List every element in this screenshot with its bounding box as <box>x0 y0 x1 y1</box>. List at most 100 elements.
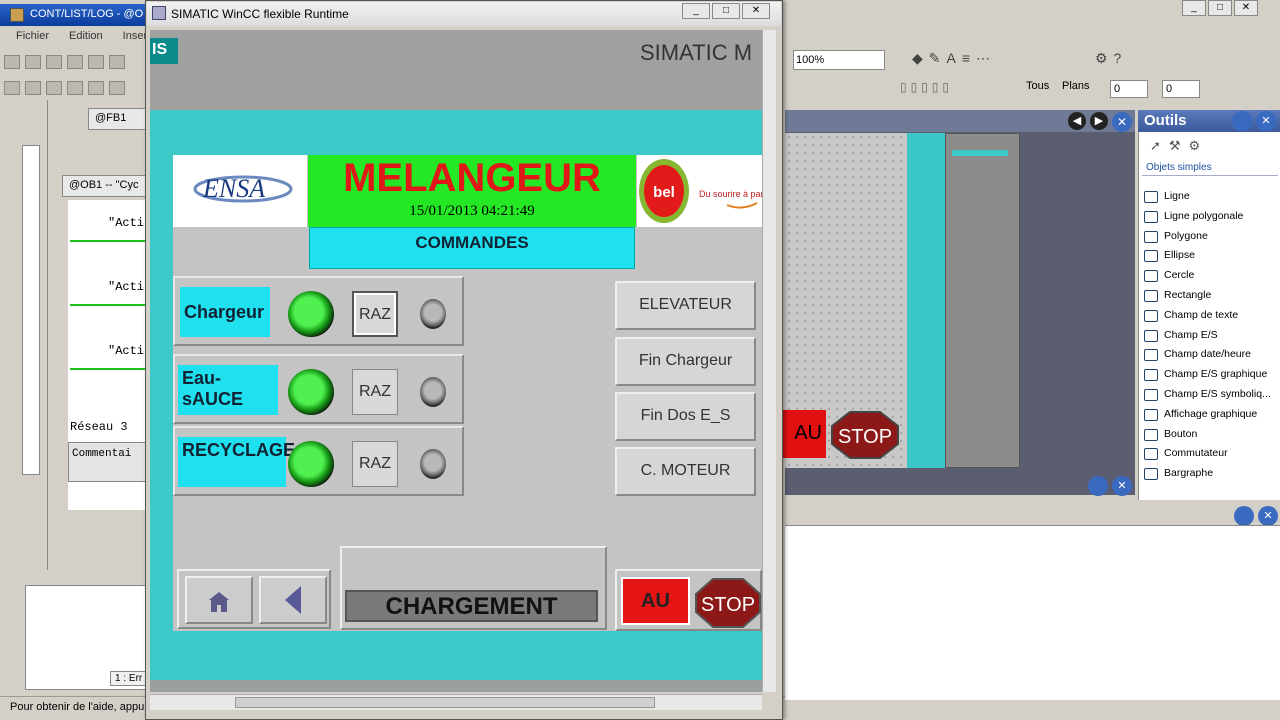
menubar: Fichier Edition Insertio <box>0 30 159 48</box>
next-icon[interactable] <box>67 81 83 95</box>
tool-item[interactable]: Ellipse <box>1142 249 1278 269</box>
tool-item[interactable]: Ligne <box>1142 190 1278 210</box>
stop-text: STOP <box>838 426 892 448</box>
pin-icon[interactable] <box>1232 111 1252 131</box>
preview-au-button[interactable]: AU <box>780 410 826 458</box>
indicator-lamp-gray <box>420 299 446 329</box>
tool-item[interactable]: Bouton <box>1142 428 1278 448</box>
close-icon[interactable]: ✕ <box>1112 112 1132 132</box>
close-icon[interactable]: ✕ <box>1258 506 1278 526</box>
cut-icon[interactable] <box>67 55 83 69</box>
tool-icon <box>1144 230 1158 243</box>
minimize-button[interactable]: _ <box>682 3 710 19</box>
network-icon[interactable] <box>4 81 20 95</box>
indicator-lamp-green <box>288 441 334 487</box>
raz-button[interactable]: RAZ <box>352 441 398 487</box>
tool-item[interactable]: Champ de texte <box>1142 309 1278 329</box>
au-button[interactable]: AU <box>621 577 690 625</box>
preview-gray-block <box>945 133 1020 468</box>
pointer-icon[interactable]: ➚⚒⚙ <box>1150 138 1208 154</box>
prev-arrow-icon[interactable]: ◀ <box>1068 112 1086 130</box>
preview-stop-sign[interactable]: STOP <box>830 410 900 460</box>
open-icon[interactable] <box>25 55 41 69</box>
tab-fb1[interactable]: @FB1 <box>88 108 148 130</box>
tool-item[interactable]: Champ date/heure <box>1142 348 1278 368</box>
c-moteur-button[interactable]: C. MOTEUR <box>615 447 756 496</box>
commandes-banner: COMMANDES <box>309 227 635 269</box>
print-icon[interactable] <box>88 55 104 69</box>
properties-panel[interactable] <box>785 525 1280 700</box>
save-icon[interactable] <box>46 55 62 69</box>
tool-label: Bouton <box>1164 427 1198 440</box>
layer-all-label[interactable]: Tous <box>1026 80 1049 92</box>
help-icon[interactable]: ⚙? <box>1095 50 1127 67</box>
tool-item[interactable]: Bargraphe <box>1142 467 1278 487</box>
raz-button[interactable]: RAZ <box>352 369 398 415</box>
tool-icon <box>1144 428 1158 441</box>
close-icon[interactable]: ✕ <box>1112 476 1132 496</box>
bel-logo: bel Du sourire à parta <box>637 155 771 227</box>
tool-item[interactable]: Ligne polygonale <box>1142 210 1278 230</box>
tool-label: Champ E/S <box>1164 328 1218 341</box>
tab-errors[interactable]: 1 : Err <box>110 671 150 686</box>
menu-edition[interactable]: Edition <box>69 30 103 42</box>
back-button[interactable] <box>259 576 327 624</box>
layers-dropdown[interactable]: Plans <box>1062 80 1090 92</box>
tool-item[interactable]: Champ E/S symboliq... <box>1142 388 1278 408</box>
tool-item[interactable]: Rectangle <box>1142 289 1278 309</box>
contact-icon[interactable] <box>88 81 104 95</box>
maximize-button[interactable]: □ <box>1208 0 1232 16</box>
align-icons[interactable]: ▯▯▯▯▯ <box>900 80 1010 96</box>
comment-field[interactable]: Commentai <box>68 442 148 482</box>
fin-dos-es-button[interactable]: Fin Dos E_S <box>615 392 756 441</box>
pin-icon[interactable] <box>1234 506 1254 526</box>
simatic-brand: SIMATIC M <box>640 40 753 65</box>
vertical-scrollbar[interactable] <box>762 30 776 692</box>
layer-spinner-1[interactable]: 0 <box>1110 80 1148 98</box>
tool-icon <box>1144 468 1158 481</box>
home-button[interactable] <box>185 576 253 624</box>
fin-chargeur-button[interactable]: Fin Chargeur <box>615 337 756 386</box>
tool-item[interactable]: Commutateur <box>1142 447 1278 467</box>
view-icon[interactable] <box>109 55 125 69</box>
toolbar-row-2 <box>0 76 150 100</box>
ladder-rail <box>70 240 148 242</box>
scrollbar-thumb[interactable] <box>235 697 655 708</box>
format-icons[interactable]: ◆✎A≡⋯ <box>912 50 1082 68</box>
tool-item[interactable]: Polygone <box>1142 230 1278 250</box>
stop-button[interactable]: STOP <box>694 577 762 629</box>
raz-button[interactable]: RAZ <box>352 291 398 337</box>
tool-item[interactable]: Affichage graphique <box>1142 408 1278 428</box>
close-button[interactable]: ✕ <box>1234 0 1258 16</box>
pin-icon[interactable] <box>1088 476 1108 496</box>
home-icon <box>209 592 229 612</box>
tool-item[interactable]: Champ E/S <box>1142 329 1278 349</box>
tools-section-header[interactable]: Objets simples <box>1142 160 1278 176</box>
zoom-select[interactable]: 100% <box>793 50 885 70</box>
coil-icon[interactable] <box>109 81 125 95</box>
next-arrow-icon[interactable]: ▶ <box>1090 112 1108 130</box>
bg-window-controls: _ □ ✕ <box>1180 0 1280 18</box>
menu-fichier[interactable]: Fichier <box>16 30 49 42</box>
state-display: CHARGEMENT <box>345 590 598 622</box>
new-icon[interactable] <box>4 55 20 69</box>
page-title: MELANGEUR <box>343 156 601 200</box>
datetime-field: 15/01/2013 04:21:49 <box>409 203 535 219</box>
tool-label: Ligne <box>1164 190 1190 202</box>
close-icon[interactable]: ✕ <box>1256 111 1276 131</box>
siemens-logo: IS <box>150 38 178 64</box>
maximize-button[interactable]: □ <box>712 3 740 19</box>
layer-spinner-2[interactable]: 0 <box>1162 80 1200 98</box>
left-scrollbar[interactable] <box>22 145 40 475</box>
online-icon[interactable] <box>25 81 41 95</box>
tool-item[interactable]: Cercle <box>1142 269 1278 289</box>
tool-item[interactable]: Champ E/S graphique <box>1142 368 1278 388</box>
elevateur-button[interactable]: ELEVATEUR <box>615 281 756 330</box>
lower-panel-header <box>785 505 1280 525</box>
runtime-window-controls: _ □ ✕ <box>680 3 778 21</box>
prev-icon[interactable] <box>46 81 62 95</box>
close-button[interactable]: ✕ <box>742 3 770 19</box>
tab-ob1[interactable]: @OB1 -- "Cyc <box>62 175 150 197</box>
tool-label: Ellipse <box>1164 249 1195 262</box>
minimize-button[interactable]: _ <box>1182 0 1206 16</box>
